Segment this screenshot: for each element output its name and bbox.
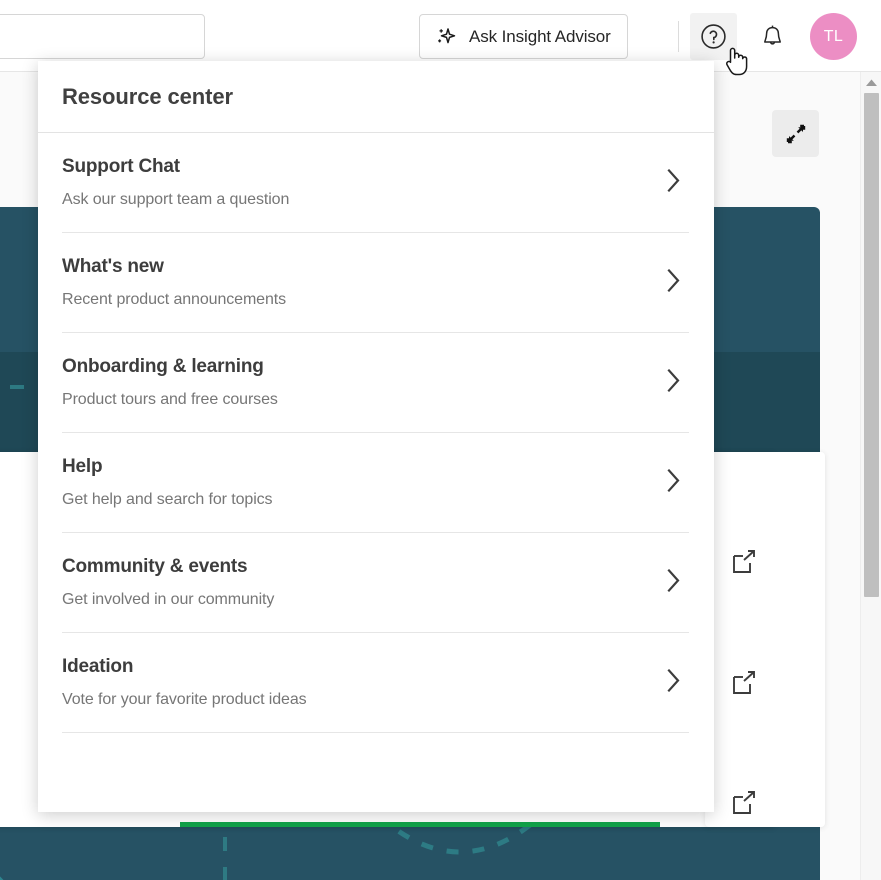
user-avatar[interactable]: TL	[810, 13, 857, 60]
chevron-right-icon	[665, 367, 682, 398]
quick-links-card: ue	[705, 452, 825, 827]
resource-item-community-events[interactable]: Community & events Get involved in our co…	[62, 533, 689, 633]
resource-center-header: Resource center	[38, 61, 714, 133]
external-link-icon-2[interactable]	[731, 670, 757, 696]
resource-item-title: Support Chat	[62, 156, 180, 177]
resource-item-subtitle: Product tours and free courses	[62, 391, 278, 408]
vertical-scrollbar[interactable]	[860, 72, 881, 880]
chevron-right-icon	[665, 167, 682, 198]
resource-item-title: Onboarding & learning	[62, 356, 264, 377]
scrollbar-thumb[interactable]	[864, 93, 879, 597]
resource-item-subtitle: Get involved in our community	[62, 591, 275, 608]
chevron-right-icon	[665, 467, 682, 498]
collapse-arrows-icon	[786, 124, 805, 143]
resource-item-onboarding-learning[interactable]: Onboarding & learning Product tours and f…	[62, 333, 689, 433]
chevron-right-icon	[665, 667, 682, 698]
resource-item-title: Ideation	[62, 656, 134, 677]
notifications-button[interactable]	[749, 13, 796, 60]
scroll-up-arrow-icon[interactable]	[861, 72, 881, 92]
resource-center-panel: Resource center Support Chat Ask our supp…	[38, 61, 714, 812]
ask-insight-advisor-label: Ask Insight Advisor	[469, 26, 611, 46]
resource-item-support-chat[interactable]: Support Chat Ask our support team a quest…	[62, 133, 689, 233]
sparkle-icon	[438, 27, 456, 43]
chevron-right-icon	[665, 267, 682, 298]
resource-item-subtitle: Get help and search for topics	[62, 491, 273, 508]
external-link-icon-1[interactable]	[731, 549, 757, 575]
resource-item-ideation[interactable]: Ideation Vote for your favorite product i…	[62, 633, 689, 733]
collapse-panel-button[interactable]	[772, 110, 819, 157]
help-circle-icon	[701, 24, 726, 49]
ask-insight-advisor-button[interactable]: Ask Insight Advisor	[419, 14, 628, 59]
resource-item-title: Community & events	[62, 556, 248, 577]
avatar-initials: TL	[823, 27, 844, 45]
help-button[interactable]	[690, 13, 737, 60]
external-link-icon-3[interactable]	[731, 790, 757, 816]
header-divider	[678, 21, 679, 52]
promo-accent-bar	[180, 822, 660, 827]
resource-center-item-list: Support Chat Ask our support team a quest…	[38, 133, 714, 733]
search-input[interactable]	[0, 15, 204, 58]
resource-item-subtitle: Vote for your favorite product ideas	[62, 691, 307, 708]
resource-item-title: Help	[62, 456, 103, 477]
notification-bell-icon	[764, 25, 781, 45]
resource-center-title: Resource center	[62, 83, 233, 109]
app-root: lcome	[0, 0, 881, 880]
resource-item-subtitle: Recent product announcements	[62, 291, 287, 308]
search-input-wrapper[interactable]	[0, 14, 205, 59]
chevron-right-icon	[665, 567, 682, 598]
resource-item-subtitle: Ask our support team a question	[62, 191, 290, 208]
resource-item-whats-new[interactable]: What's new Recent product announcements	[62, 233, 689, 333]
resource-item-help[interactable]: Help Get help and search for topics	[62, 433, 689, 533]
resource-item-title: What's new	[62, 256, 164, 277]
